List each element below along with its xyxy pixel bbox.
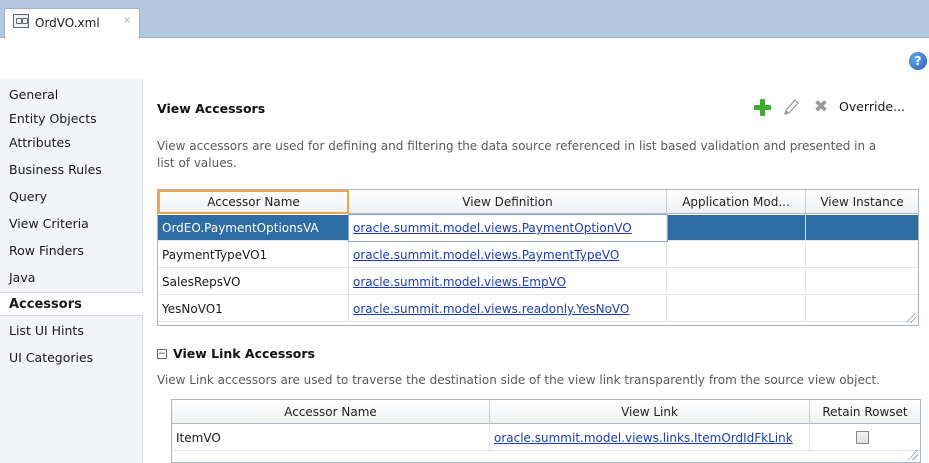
view-accessors-title: View Accessors [157, 101, 266, 116]
nav-item-general[interactable]: General [0, 83, 142, 107]
nav-item-business-rules[interactable]: Business Rules [0, 158, 142, 182]
view-accessors-description-line-1: View accessors are used for defining and… [157, 139, 877, 153]
nav-item-query[interactable]: Query [0, 185, 142, 209]
column-header-application-module[interactable]: Application Mod... [667, 190, 806, 214]
accessor-name-cell[interactable]: PaymentTypeVO1 [158, 242, 349, 268]
nav-item-java[interactable]: Java [0, 266, 142, 290]
view-accessors-table[interactable]: Accessor Name View Definition Applicatio… [157, 189, 919, 326]
add-icon[interactable] [754, 99, 771, 116]
column-header-view-instance[interactable]: View Instance [806, 190, 918, 214]
tab-close-icon[interactable]: × [123, 15, 131, 26]
view-object-file-icon [13, 14, 29, 28]
column-header-accessor-name[interactable]: Accessor Name [172, 400, 490, 424]
nav-item-row-finders[interactable]: Row Finders [0, 239, 142, 263]
nav-item-ui-categories[interactable]: UI Categories [0, 346, 142, 370]
help-icon[interactable]: ? [909, 52, 927, 70]
view-accessors-table-header: Accessor Name View Definition Applicatio… [158, 190, 918, 214]
accessor-name-cell[interactable]: ItemVO [172, 425, 490, 451]
accessor-name-cell[interactable]: OrdEO.PaymentOptionsVA [158, 215, 349, 241]
application-module-cell[interactable] [667, 296, 806, 322]
nav-item-view-criteria[interactable]: View Criteria [0, 212, 142, 236]
tab-label: OrdVO.xml [35, 16, 100, 30]
override-button[interactable]: Override... [839, 99, 905, 114]
retain-rowset-cell[interactable] [810, 425, 920, 451]
nav-item-list-ui-hints[interactable]: List UI Hints [0, 319, 142, 343]
table-row[interactable]: YesNoVO1 oracle.summit.model.views.reado… [158, 296, 918, 322]
table-row[interactable]: PaymentTypeVO1 oracle.summit.model.views… [158, 242, 918, 268]
retain-rowset-checkbox[interactable] [856, 431, 869, 444]
accessor-name-cell[interactable]: YesNoVO1 [158, 296, 349, 322]
view-accessors-description-line-2: list of values. [157, 156, 237, 170]
view-instance-cell[interactable] [806, 215, 918, 241]
editor-tab-strip: OrdVO.xml × [0, 0, 929, 39]
delete-icon[interactable]: ✖ [812, 97, 830, 117]
accessor-name-cell[interactable]: SalesRepsVO [158, 269, 349, 295]
column-header-view-link[interactable]: View Link [490, 400, 810, 424]
view-definition-link[interactable]: oracle.summit.model.views.PaymentOptionV… [348, 214, 668, 242]
view-instance-cell[interactable] [806, 296, 918, 322]
edit-pencil-icon[interactable] [782, 97, 800, 117]
table-resize-grip[interactable] [908, 450, 918, 460]
table-resize-grip[interactable] [906, 313, 916, 323]
view-definition-link[interactable]: oracle.summit.model.views.PaymentTypeVO [349, 242, 667, 268]
nav-item-entity-objects[interactable]: Entity Objects [0, 107, 142, 131]
sidebar-nav: General Entity Objects Attributes Busine… [0, 79, 143, 463]
column-header-retain-rowset[interactable]: Retain Rowset [810, 400, 920, 424]
view-instance-cell[interactable] [806, 269, 918, 295]
view-link-link[interactable]: oracle.summit.model.views.links.ItemOrdI… [490, 425, 810, 451]
view-link-accessors-title: View Link Accessors [173, 346, 315, 361]
application-module-cell[interactable] [667, 242, 806, 268]
view-link-accessors-table-header: Accessor Name View Link Retain Rowset [172, 400, 920, 424]
tab-ordvo-xml[interactable]: OrdVO.xml × [4, 8, 140, 39]
nav-item-accessors[interactable]: Accessors [0, 292, 143, 316]
application-module-cell[interactable] [667, 269, 806, 295]
view-accessors-description: View accessors are used for defining and… [157, 138, 927, 172]
view-link-accessors-table[interactable]: Accessor Name View Link Retain Rowset It… [171, 399, 921, 463]
collapse-toggle[interactable]: − [157, 349, 167, 359]
view-definition-link[interactable]: oracle.summit.model.views.readonly.YesNo… [349, 296, 667, 322]
application-module-cell[interactable] [667, 215, 806, 241]
view-instance-cell[interactable] [806, 242, 918, 268]
nav-item-attributes[interactable]: Attributes [0, 131, 142, 155]
table-row[interactable]: ItemVO oracle.summit.model.views.links.I… [172, 425, 920, 451]
table-row[interactable]: SalesRepsVO oracle.summit.model.views.Em… [158, 269, 918, 295]
column-header-accessor-name[interactable]: Accessor Name [158, 190, 349, 214]
view-definition-link[interactable]: oracle.summit.model.views.EmpVO [349, 269, 667, 295]
editor-header-row [0, 39, 929, 79]
table-row[interactable]: OrdEO.PaymentOptionsVA oracle.summit.mod… [158, 214, 918, 242]
column-header-view-definition[interactable]: View Definition [349, 190, 667, 214]
view-link-accessors-description: View Link accessors are used to traverse… [157, 373, 880, 387]
